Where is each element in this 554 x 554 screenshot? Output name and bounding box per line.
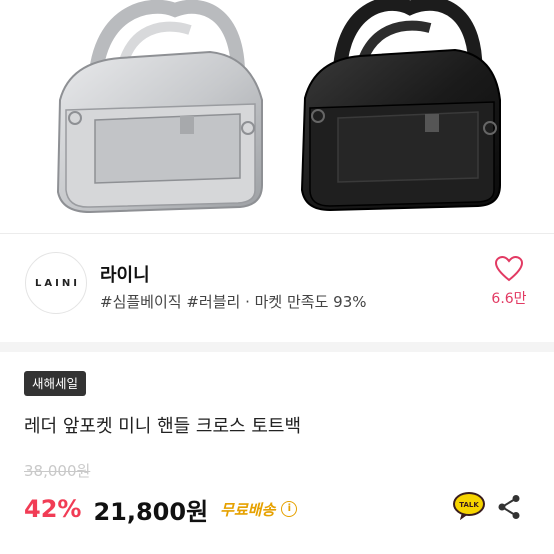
product-image[interactable] (0, 0, 554, 232)
heart-icon (495, 256, 523, 282)
product-title: 레더 앞포켓 미니 핸들 크로스 토트백 (24, 416, 302, 437)
talk-label: TALK (459, 501, 479, 509)
info-icon[interactable]: i (281, 501, 298, 517)
silver-bag (56, 0, 263, 214)
section-divider (0, 233, 554, 234)
original-price: 38,000원 (24, 462, 91, 480)
brand-tags: #심플베이직 #러블리 · 마켓 만족도 93% (100, 293, 367, 311)
brand-logo-text: LAINI (35, 277, 80, 289)
sale-badge: 새해세일 (24, 371, 87, 396)
sale-price: 21,800원 (93, 497, 209, 526)
free-shipping-label: 무료배송 (220, 500, 276, 519)
bag-illustration (56, 0, 501, 214)
like-count: 6.6만 (491, 291, 527, 307)
like-button[interactable]: 6.6만 (484, 256, 534, 316)
brand-logo[interactable]: LAINI (25, 252, 87, 314)
brand-name[interactable]: 라이니 (100, 261, 150, 287)
price-row: 42% 21,800원 무료배송 i (24, 492, 298, 526)
section-gap (0, 342, 554, 352)
share-icon[interactable] (497, 494, 521, 520)
kakao-talk-icon[interactable]: TALK (452, 491, 486, 521)
black-bag (300, 0, 501, 212)
discount-rate: 42% (24, 495, 82, 523)
